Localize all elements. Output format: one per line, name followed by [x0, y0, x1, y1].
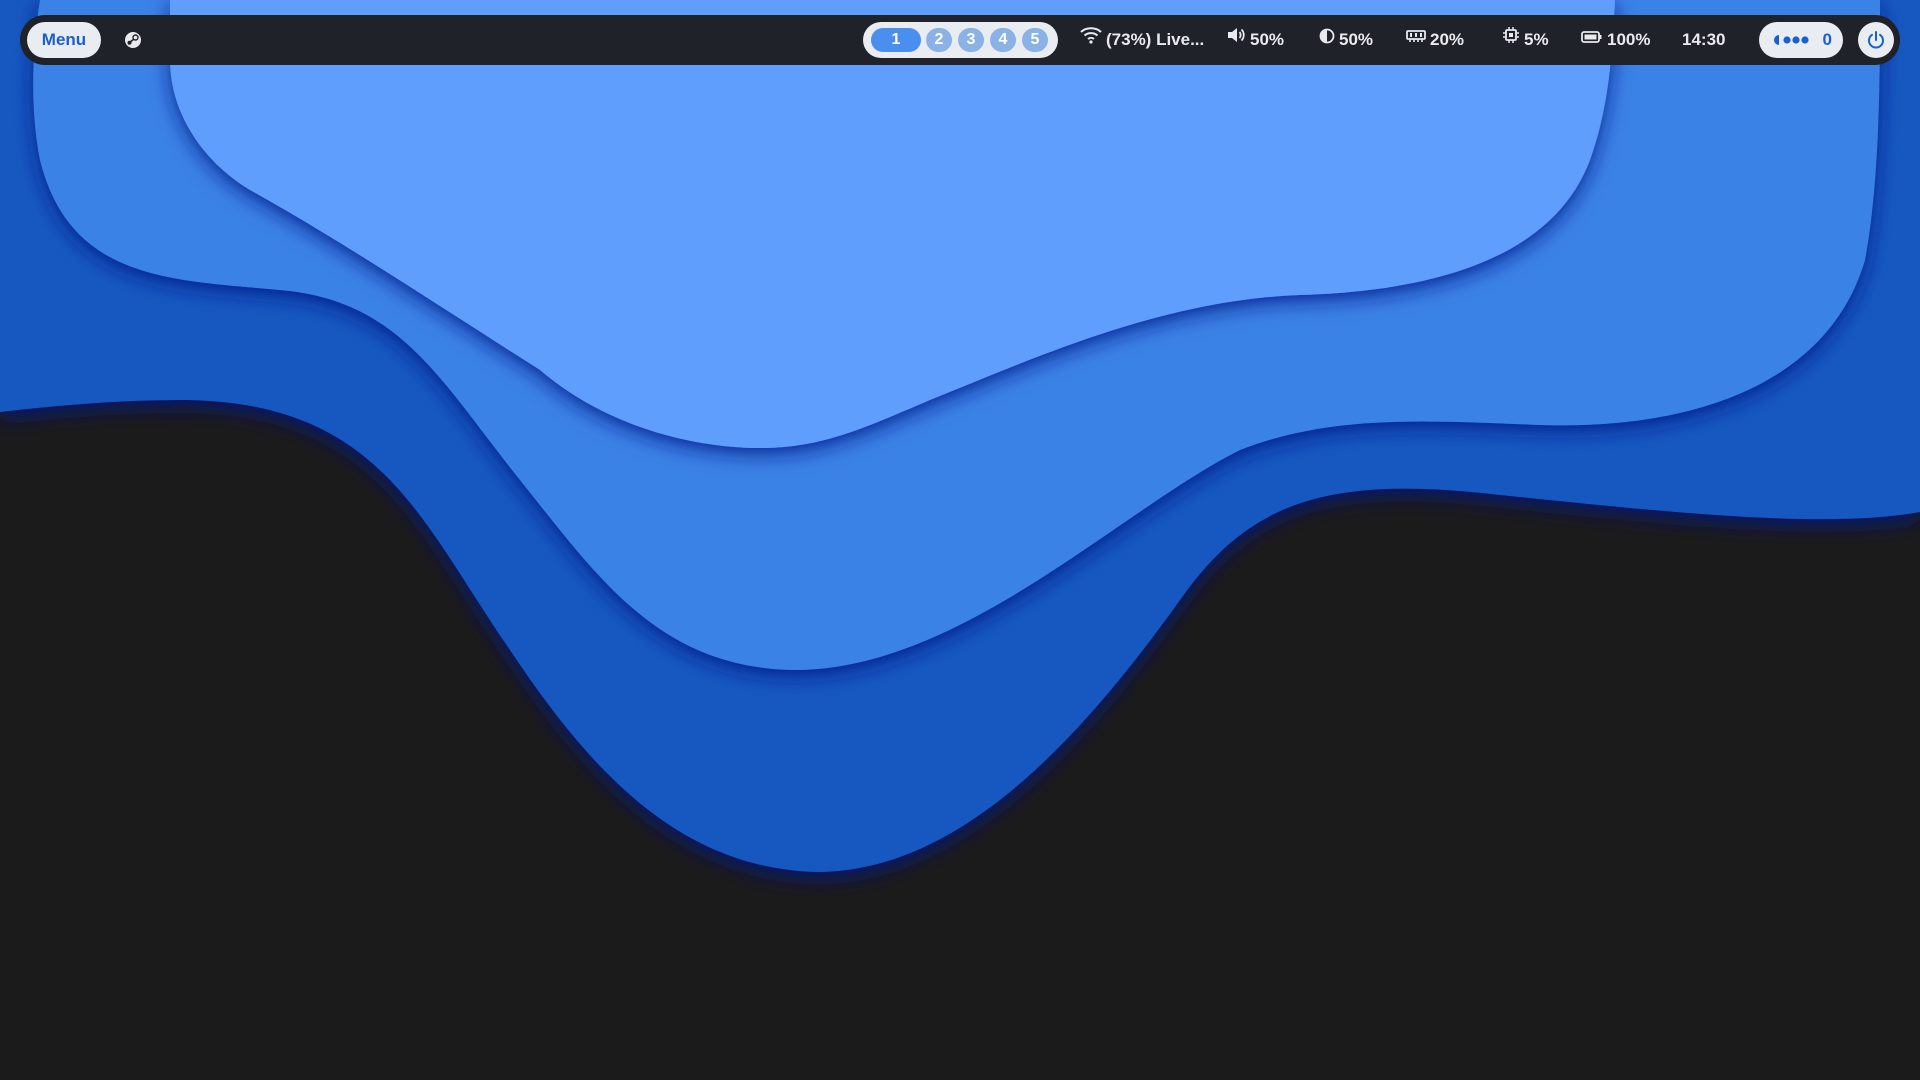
- desktop: Menu 1 2 3 4 5 (73%) Live... 50% 50% 20%…: [0, 0, 1920, 1080]
- clock[interactable]: 14:30: [1682, 15, 1725, 65]
- wallpaper: [0, 0, 1920, 1080]
- cpu-icon: [1502, 14, 1520, 64]
- brightness-indicator[interactable]: 50%: [1319, 15, 1373, 65]
- menu-button[interactable]: Menu: [27, 22, 101, 58]
- wifi-indicator[interactable]: (73%) Live...: [1080, 15, 1204, 65]
- steam-icon[interactable]: [120, 27, 146, 53]
- workspace-2[interactable]: 2: [926, 28, 952, 52]
- workspace-1[interactable]: 1: [871, 28, 921, 52]
- brightness-icon: [1319, 14, 1335, 64]
- notification-count: 0: [1822, 30, 1832, 49]
- memory-icon: [1406, 14, 1426, 64]
- workspace-4[interactable]: 4: [990, 28, 1016, 52]
- power-icon: [1866, 30, 1886, 55]
- notification-dots-icon: [1773, 33, 1811, 52]
- memory-indicator[interactable]: 20%: [1406, 15, 1464, 65]
- power-button[interactable]: [1858, 22, 1894, 58]
- wifi-icon: [1080, 14, 1102, 64]
- memory-label: 20%: [1430, 30, 1465, 49]
- battery-indicator[interactable]: 100%: [1581, 15, 1650, 65]
- workspace-3[interactable]: 3: [958, 28, 984, 52]
- battery-label: 100%: [1607, 30, 1651, 49]
- notifications-button[interactable]: 0: [1759, 22, 1843, 58]
- workspace-5[interactable]: 5: [1022, 28, 1048, 52]
- battery-icon: [1581, 14, 1603, 64]
- cpu-label: 5%: [1524, 30, 1549, 49]
- volume-label: 50%: [1250, 30, 1285, 49]
- brightness-label: 50%: [1339, 30, 1374, 49]
- cpu-indicator[interactable]: 5%: [1502, 15, 1549, 65]
- volume-indicator[interactable]: 50%: [1226, 15, 1284, 65]
- wifi-label: (73%) Live...: [1106, 30, 1205, 49]
- volume-icon: [1226, 14, 1246, 64]
- workspace-switcher: 1 2 3 4 5: [863, 22, 1058, 58]
- top-panel: Menu 1 2 3 4 5 (73%) Live... 50% 50% 20%…: [20, 15, 1900, 65]
